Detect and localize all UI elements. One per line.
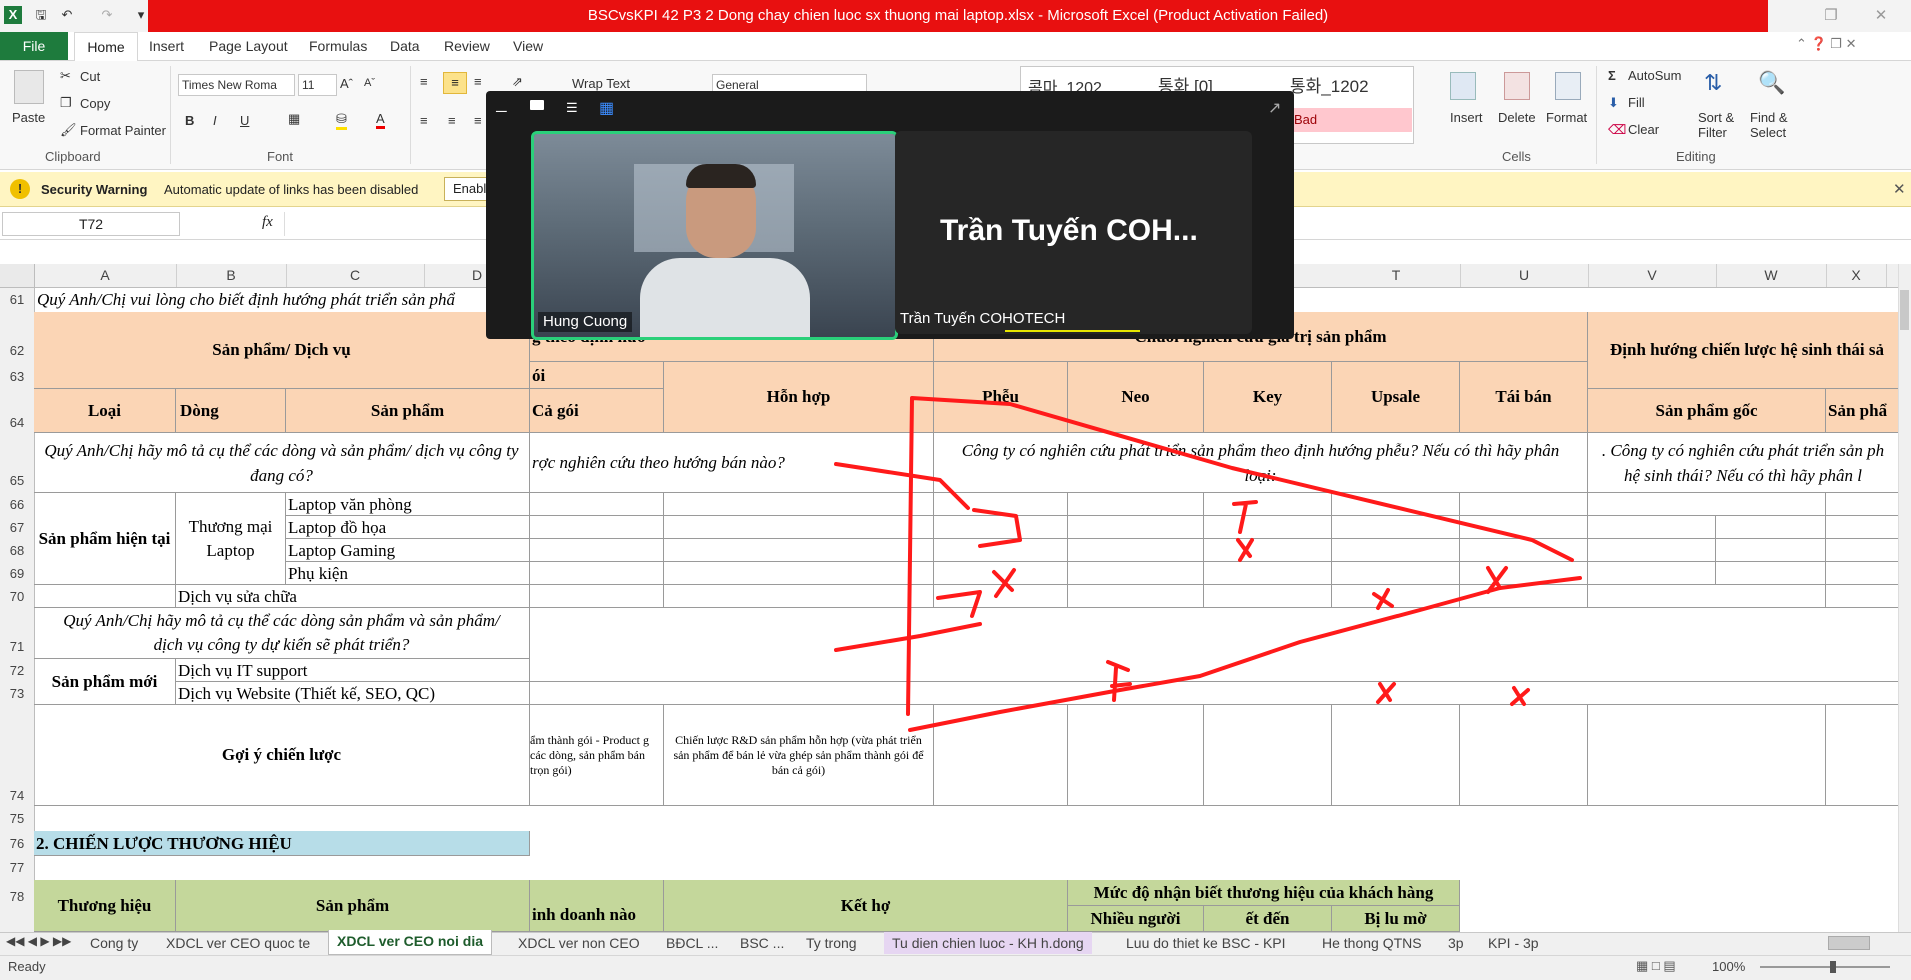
zoom-slider-thumb[interactable] [1830,961,1836,973]
annotation-stroke [1376,682,1396,704]
annotation-stroke [1106,660,1132,702]
participant-name-2: Trần Tuyến COHOTECH [900,310,1066,327]
annotation-stroke [936,590,982,618]
sheet-tab[interactable]: Ty trong [806,932,857,954]
sheet-tab[interactable]: BSC ... [740,932,784,954]
expand-icon[interactable]: ↗ [1268,98,1281,118]
speaking-indicator [1005,330,1140,332]
sheet-tab[interactable]: Cong ty [90,932,138,954]
sheet-tab[interactable]: Tu dien chien luoc - KH h.dong [884,932,1092,954]
annotation-stroke [1232,500,1258,562]
person-hair [686,164,756,188]
zoom-slider[interactable] [1760,966,1890,968]
speaker-view-icon[interactable] [530,100,544,110]
zoom-level[interactable]: 100% [1712,959,1745,974]
person-shirt [640,258,810,337]
annotation-stroke [906,396,1574,716]
sheet-tab[interactable]: KPI - 3p [1488,932,1539,954]
horizontal-scrollbar[interactable] [1828,936,1870,950]
grid-view-icon[interactable]: ▦ [599,98,614,118]
vertical-scroll-thumb[interactable] [1900,290,1909,330]
sheet-tab[interactable]: BĐCL ... [666,932,718,954]
status-ready: Ready [8,959,46,974]
sheet-tab[interactable]: 3p [1448,932,1464,954]
participant-name-1: Hung Cuong [538,312,633,332]
annotation-stroke [992,568,1016,598]
sheet-tab[interactable]: XDCL ver CEO quoc te [166,932,310,954]
status-bar [0,955,1911,980]
gallery-view-icon[interactable]: ☰ [566,100,578,116]
annotation-stroke [972,508,1022,548]
annotation-stroke [834,462,970,510]
sheet-tab-active[interactable]: XDCL ver CEO noi dia [328,930,492,955]
annotation-stroke [1510,686,1530,706]
participant-title-2: Trần Tuyến COH... [940,214,1198,247]
annotation-stroke [908,576,1582,732]
annotation-stroke [1372,588,1394,610]
sheet-tab[interactable]: He thong QTNS [1322,932,1422,954]
vertical-scrollbar[interactable] [1898,264,1911,932]
sheet-tab[interactable]: XDCL ver non CEO [518,932,640,954]
participant-tile-hung-cuong[interactable]: Hung Cuong [531,131,898,340]
sheet-nav-icons[interactable]: ◀◀ ◀ ▶ ▶▶ [6,934,71,948]
minimize-icon[interactable]: ─ [496,103,507,120]
sheet-tab[interactable]: Luu do thiet ke BSC - KPI [1126,932,1286,954]
view-buttons-icon[interactable]: ▦ □ ▤ [1636,958,1676,974]
